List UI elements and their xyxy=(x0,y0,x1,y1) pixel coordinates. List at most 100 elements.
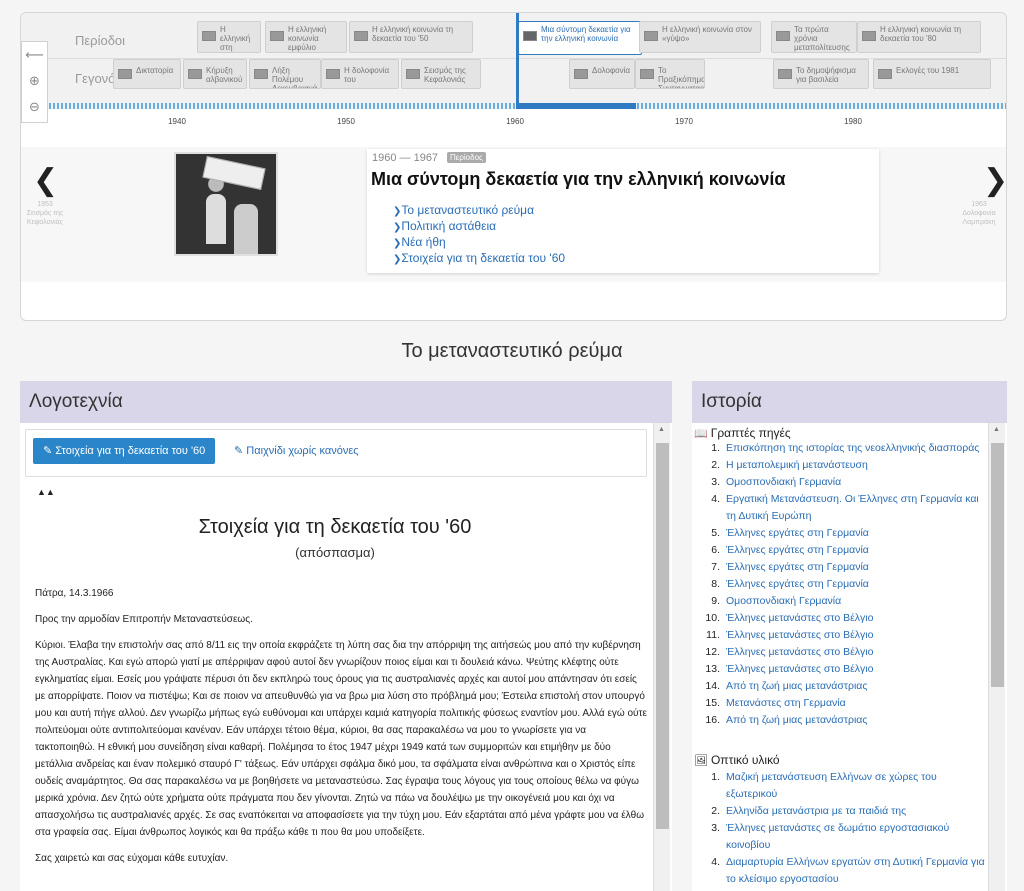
period-link-item[interactable]: Νέα ήθη xyxy=(393,235,565,251)
events-band-label: Γεγονό xyxy=(75,71,116,86)
scroll-up-icon[interactable]: ▲ xyxy=(993,426,1000,433)
source-list-item[interactable]: 12. Έλληνες μετανάστες στο Βέλγιο xyxy=(696,644,988,661)
source-number: 3. xyxy=(711,476,720,488)
source-list-item[interactable]: 2. Η μεταπολεμική μετανάστευση xyxy=(696,457,988,474)
timeline-event-item[interactable]: Το δημοψήφισμα για βασιλεία xyxy=(773,59,869,89)
literature-alt-link[interactable]: ✎ Παιχνίδι χωρίς κανόνες xyxy=(234,444,359,457)
scrollbar-thumb[interactable] xyxy=(656,443,669,829)
period-badge: Περίοδος xyxy=(447,152,486,163)
timeline-period-item[interactable]: Η ελληνική κοινωνία εμφύλιο xyxy=(265,21,347,53)
timeline-event-item[interactable]: Η δολοφονία του xyxy=(321,59,399,89)
source-link[interactable]: Η μεταπολεμική μετανάστευση xyxy=(726,457,988,474)
timeline-strip[interactable]: Περίοδοι Η ελληνική στη Γερμανία Η ελλην… xyxy=(21,13,1006,109)
source-link[interactable]: Έλληνες εργάτες στη Γερμανία xyxy=(726,559,988,576)
source-link[interactable]: Ομοσπονδιακή Γερμανία xyxy=(726,474,988,491)
source-list-item[interactable]: 3. Ομοσπονδιακή Γερμανία xyxy=(696,474,988,491)
source-list-item[interactable]: 7. Έλληνες εργάτες στη Γερμανία xyxy=(696,559,988,576)
source-list-item[interactable]: 4. Διαμαρτυρία Ελλήνων εργατών στη Δυτική… xyxy=(696,854,988,888)
next-arrow-icon[interactable]: ❯ xyxy=(983,163,1006,198)
source-link[interactable]: Εργατική Μετανάστευση. Οι Έλληνες στη Γε… xyxy=(726,491,988,525)
period-link-item[interactable]: Το μεταναστευτικό ρεύμα xyxy=(393,203,565,219)
literature-text-button[interactable]: ✎ Στοιχεία για τη δεκαετία του '60 xyxy=(33,438,216,464)
next-event-caption[interactable]: 1963 Δολοφονία Λαμπράκη xyxy=(955,200,1003,227)
timeline-event-item[interactable]: Εκλογές του 1981 xyxy=(873,59,991,89)
source-list-item[interactable]: 3. Έλληνες μετανάστες σε δωμάτιο εργοστασ… xyxy=(696,820,988,854)
source-link[interactable]: Μετανάστες στη Γερμανία xyxy=(726,695,988,712)
timeline-event-item[interactable]: Σεισμός της Κεφαλονιάς xyxy=(401,59,481,89)
period-info-card: 1960 — 1967 Περίοδος Μια σύντομη δεκαετί… xyxy=(367,149,879,273)
source-list-item[interactable]: 1. Επισκόπηση της ιστορίας της νεοελληνικ… xyxy=(696,440,988,457)
source-list-item[interactable]: 16. Από τη ζωή μιας μετανάστριας xyxy=(696,712,988,729)
source-list-item[interactable]: 5. Έλληνες εργάτες στη Γερμανία xyxy=(696,525,988,542)
source-list-item[interactable]: 8. Έλληνες εργάτες στη Γερμανία xyxy=(696,576,988,593)
source-number: 9. xyxy=(711,595,720,607)
source-number: 1. xyxy=(711,771,720,783)
font-size-toggle-icon[interactable]: ▲▲ xyxy=(37,487,55,497)
scrollbar-thumb[interactable] xyxy=(991,443,1004,687)
literature-scrollbar[interactable]: ▲ xyxy=(653,423,670,891)
source-list-item[interactable]: 10. Έλληνες μετανάστες στο Βέλγιο xyxy=(696,610,988,627)
source-link[interactable]: Από τη ζωή μιας μετανάστριας xyxy=(726,712,988,729)
period-title: Μια σύντομη δεκαετία για την ελληνική κο… xyxy=(371,169,786,189)
source-link[interactable]: Έλληνες μετανάστες στο Βέλγιο xyxy=(726,644,988,661)
timeline-event-item[interactable]: Κήρυξη αλβανικού xyxy=(183,59,247,89)
source-number: 5. xyxy=(711,527,720,539)
image-icon xyxy=(354,31,368,41)
zoom-in-icon[interactable]: ⊕ xyxy=(22,68,47,94)
timeline-widget: Περίοδοι Η ελληνική στη Γερμανία Η ελλην… xyxy=(20,12,1007,321)
timeline-period-item-active[interactable]: Μια σύντομη δεκαετία για την ελληνική κο… xyxy=(518,21,642,55)
source-number: 1. xyxy=(711,442,720,454)
source-number: 14. xyxy=(705,680,720,692)
image-icon xyxy=(270,31,284,41)
source-link[interactable]: Ελληνίδα μετανάστρια με τα παιδιά της xyxy=(726,803,988,820)
timeline-event-item[interactable]: Λήξη Πολέμου Δεκεμβριανά xyxy=(249,59,321,89)
source-link[interactable]: Έλληνες εργάτες στη Γερμανία xyxy=(726,542,988,559)
zoom-out-icon[interactable]: ⊖ xyxy=(22,94,47,120)
history-scrollbar[interactable]: ▲ xyxy=(988,423,1005,891)
source-list-item[interactable]: 2. Ελληνίδα μετανάστρια με τα παιδιά της xyxy=(696,803,988,820)
year-tick: 1970 xyxy=(675,117,693,126)
source-number: 2. xyxy=(711,805,720,817)
source-list-item[interactable]: 14. Από τη ζωή μιας μετανάστριας xyxy=(696,678,988,695)
source-list-item[interactable]: 6. Έλληνες εργάτες στη Γερμανία xyxy=(696,542,988,559)
source-list-item[interactable]: 11. Έλληνες μετανάστες στο Βέλγιο xyxy=(696,627,988,644)
source-number: 10. xyxy=(705,612,720,624)
source-list-item[interactable]: 9. Ομοσπονδιακή Γερμανία xyxy=(696,593,988,610)
source-link[interactable]: Έλληνες εργάτες στη Γερμανία xyxy=(726,525,988,542)
source-list-item[interactable]: 13. Έλληνες μετανάστες στο Βέλγιο xyxy=(696,661,988,678)
scroll-up-icon[interactable]: ▲ xyxy=(658,426,665,433)
source-link[interactable]: Έλληνες μετανάστες στο Βέλγιο xyxy=(726,661,988,678)
document-subtitle: (απόσπασμα) xyxy=(295,545,375,560)
source-list-item[interactable]: 4. Εργατική Μετανάστευση. Οι Έλληνες στη … xyxy=(696,491,988,525)
timeline-period-item[interactable]: Η ελληνική κοινωνία τη δεκαετία του '80 xyxy=(857,21,981,53)
source-link[interactable]: Ομοσπονδιακή Γερμανία xyxy=(726,593,988,610)
source-link[interactable]: Έλληνες εργάτες στη Γερμανία xyxy=(726,576,988,593)
source-link[interactable]: Διαμαρτυρία Ελλήνων εργατών στη Δυτική Γ… xyxy=(726,854,988,888)
timeline-period-item[interactable]: Η ελληνική στη Γερμανία xyxy=(197,21,261,53)
previous-event-caption[interactable]: 1953 Σεισμός της Κεφαλονιάς xyxy=(25,200,65,227)
timeline-event-item[interactable]: Το Πραξικόπημα Συνταγματαρχών xyxy=(635,59,705,89)
source-number: 16. xyxy=(705,714,720,726)
back-arrow-icon[interactable]: ⟵ xyxy=(22,42,47,68)
source-list-item[interactable]: 1. Μαζική μετανάστευση Ελλήνων σε χώρες τ… xyxy=(696,769,988,803)
timeline-event-item[interactable]: Δικτατορία xyxy=(113,59,181,89)
timeline-event-item[interactable]: Δολοφονία xyxy=(569,59,635,89)
period-link-item[interactable]: Στοιχεία για τη δεκαετία του '60 xyxy=(393,251,565,267)
timeline-axis xyxy=(21,103,1006,109)
source-link[interactable]: Έλληνες μετανάστες σε δωμάτιο εργοστασια… xyxy=(726,820,988,854)
image-icon xyxy=(778,69,792,79)
image-icon xyxy=(878,69,892,79)
period-link-item[interactable]: Πολιτική αστάθεια xyxy=(393,219,565,235)
document-paragraph: Προς την αρμοδίαν Επιτροπήν Μεταναστεύσε… xyxy=(35,614,253,625)
source-link[interactable]: Επισκόπηση της ιστορίας της νεοελληνικής… xyxy=(726,440,988,457)
source-link[interactable]: Μαζική μετανάστευση Ελλήνων σε χώρες του… xyxy=(726,769,988,803)
source-link[interactable]: Έλληνες μετανάστες στο Βέλγιο xyxy=(726,610,988,627)
timeline-period-item[interactable]: Η ελληνική κοινωνία τη δεκαετία του '50 xyxy=(349,21,473,53)
source-link[interactable]: Έλληνες μετανάστες στο Βέλγιο xyxy=(726,627,988,644)
edit-icon: ✎ xyxy=(234,445,247,457)
source-link[interactable]: Από τη ζωή μιας μετανάστριας xyxy=(726,678,988,695)
timeline-period-item[interactable]: Η ελληνική κοινωνία στον «γύψο» xyxy=(639,21,761,53)
source-list-item[interactable]: 15. Μετανάστες στη Γερμανία xyxy=(696,695,988,712)
previous-arrow-icon[interactable]: ❮ xyxy=(33,163,58,198)
timeline-period-item[interactable]: Τα πρώτα χρόνια μεταπολίτευσης xyxy=(771,21,857,53)
